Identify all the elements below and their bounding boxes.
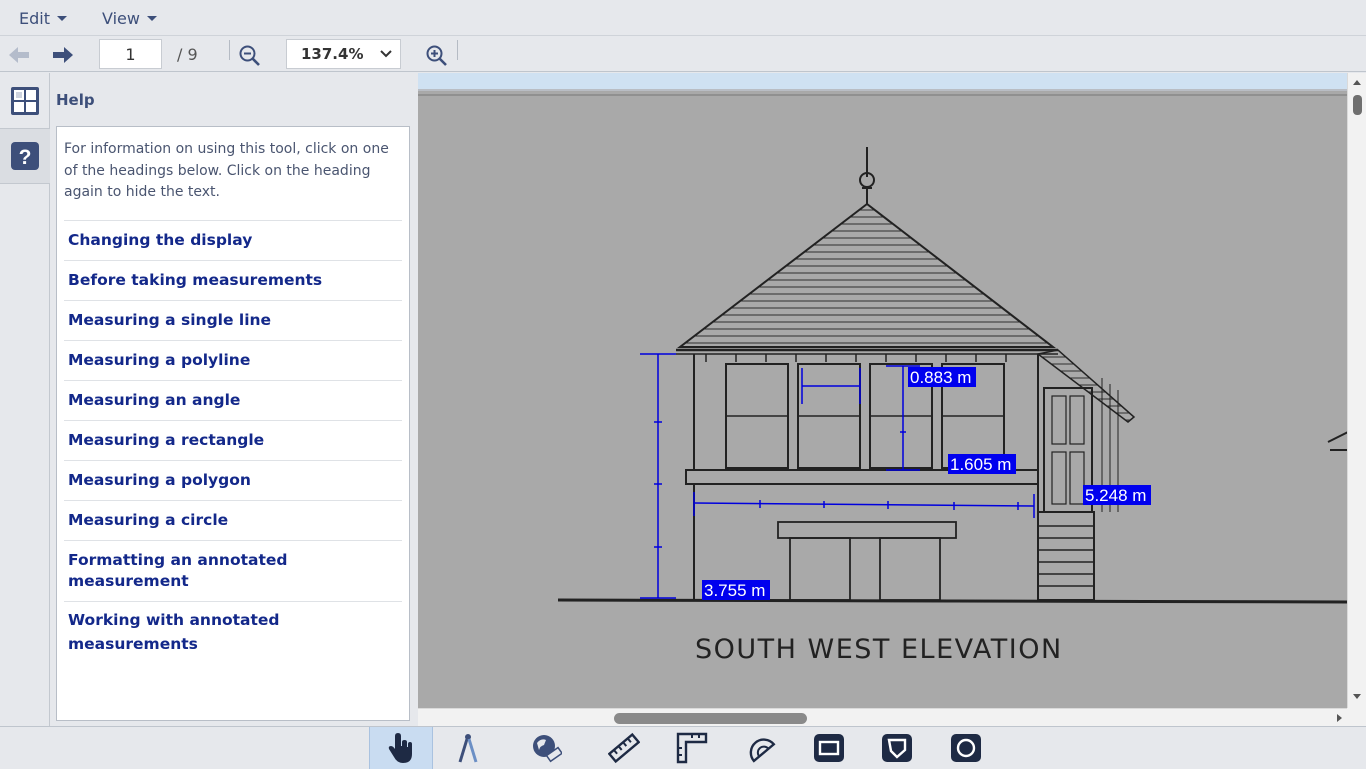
edit-menu[interactable]: Edit bbox=[19, 9, 67, 28]
zoom-in-button[interactable] bbox=[425, 44, 449, 72]
view-menu-label: View bbox=[102, 9, 140, 28]
polyline-ruler-icon bbox=[676, 732, 708, 764]
zoom-level-value: 137.4% bbox=[301, 45, 364, 63]
protractor-icon bbox=[749, 738, 776, 763]
zoom-level-select[interactable]: 137.4% bbox=[286, 39, 401, 69]
single-line-tool-button[interactable] bbox=[592, 727, 656, 769]
zoom-out-icon bbox=[239, 45, 260, 66]
toolbar-divider bbox=[457, 40, 458, 60]
help-intro-text: For information on using this tool, clic… bbox=[64, 139, 402, 221]
polyline-tool-button[interactable] bbox=[660, 727, 724, 769]
scrollbar-corner bbox=[1347, 708, 1366, 726]
help-link-changing-display[interactable]: Changing the display bbox=[64, 221, 402, 261]
svg-text:1.605 m: 1.605 m bbox=[950, 455, 1011, 474]
scroll-up-icon[interactable] bbox=[1348, 76, 1366, 88]
svg-text:5.248 m: 5.248 m bbox=[1085, 486, 1146, 505]
help-link-rectangle[interactable]: Measuring a rectangle bbox=[64, 421, 402, 461]
question-mark-icon: ? bbox=[11, 142, 39, 170]
arrow-left-icon bbox=[9, 47, 29, 63]
help-button[interactable]: ? bbox=[0, 128, 50, 184]
circle-icon bbox=[951, 734, 981, 762]
measurement-label-3755: 3.755 m bbox=[702, 580, 770, 600]
navigation-toolbar: / 9 137.4% bbox=[0, 37, 1366, 72]
compass-icon bbox=[458, 734, 478, 763]
svg-text:3.755 m: 3.755 m bbox=[704, 581, 765, 600]
help-link-polyline[interactable]: Measuring a polyline bbox=[64, 341, 402, 381]
angle-tool-button[interactable] bbox=[728, 727, 792, 769]
svg-text:0.883 m: 0.883 m bbox=[910, 368, 971, 387]
arrow-right-icon bbox=[53, 47, 73, 63]
grid-icon bbox=[11, 87, 39, 115]
zoom-out-button[interactable] bbox=[238, 44, 262, 72]
chevron-down-icon bbox=[146, 16, 157, 21]
compass-tool-button[interactable] bbox=[436, 727, 500, 769]
thumbnails-button[interactable] bbox=[0, 73, 50, 129]
calibrate-icon bbox=[533, 735, 562, 763]
help-panel-title: Help bbox=[56, 91, 95, 109]
toolbar-divider bbox=[229, 40, 230, 60]
horizontal-scroll-thumb[interactable] bbox=[614, 713, 807, 724]
help-link-polygon[interactable]: Measuring a polygon bbox=[64, 461, 402, 501]
rectangle-tool-button[interactable] bbox=[797, 727, 861, 769]
drawing-canvas[interactable]: 0.883 m 1.605 m 5.248 m 3.755 m SOUTH WE… bbox=[418, 92, 1349, 708]
vertical-scroll-thumb[interactable] bbox=[1353, 95, 1362, 115]
page-top-edge bbox=[418, 73, 1348, 91]
elevation-drawing: 0.883 m 1.605 m 5.248 m 3.755 m SOUTH WE… bbox=[418, 92, 1349, 708]
help-link-formatting[interactable]: Formatting an annotated measurement bbox=[64, 541, 402, 602]
chevron-down-icon bbox=[380, 50, 392, 58]
edit-menu-label: Edit bbox=[19, 9, 50, 28]
scroll-right-icon[interactable] bbox=[1334, 709, 1346, 726]
vertical-scrollbar[interactable] bbox=[1347, 73, 1366, 708]
polygon-tool-button[interactable] bbox=[865, 727, 929, 769]
drawing-caption: SOUTH WEST ELEVATION bbox=[695, 634, 1063, 665]
menu-bar: Edit View bbox=[0, 0, 1366, 36]
document-viewer[interactable]: 0.883 m 1.605 m 5.248 m 3.755 m SOUTH WE… bbox=[418, 73, 1366, 726]
measurement-label-0883: 0.883 m bbox=[908, 367, 976, 387]
help-link-angle[interactable]: Measuring an angle bbox=[64, 381, 402, 421]
next-page-button[interactable] bbox=[52, 46, 74, 64]
ruler-icon bbox=[608, 732, 640, 764]
view-menu[interactable]: View bbox=[102, 9, 157, 28]
help-link-circle[interactable]: Measuring a circle bbox=[64, 501, 402, 541]
zoom-in-icon bbox=[426, 45, 447, 66]
measurement-label-5248: 5.248 m bbox=[1083, 485, 1151, 505]
rectangle-icon bbox=[814, 734, 844, 762]
horizontal-scrollbar[interactable] bbox=[418, 708, 1348, 726]
help-link-single-line[interactable]: Measuring a single line bbox=[64, 301, 402, 341]
side-rail: ? bbox=[0, 73, 50, 726]
chevron-down-icon bbox=[56, 16, 67, 21]
measurement-toolbar bbox=[0, 726, 1366, 769]
calibrate-tool-button[interactable] bbox=[514, 727, 578, 769]
help-content: For information on using this tool, clic… bbox=[56, 126, 410, 721]
pan-tool-button[interactable] bbox=[369, 727, 433, 769]
polygon-icon bbox=[882, 734, 912, 762]
help-link-before-measurements[interactable]: Before taking measurements bbox=[64, 261, 402, 301]
svg-text:?: ? bbox=[19, 146, 32, 169]
help-panel: Help For information on using this tool,… bbox=[50, 73, 418, 726]
pan-hand-icon bbox=[388, 733, 412, 763]
scroll-down-icon[interactable] bbox=[1348, 691, 1366, 703]
page-total: / 9 bbox=[177, 45, 198, 64]
previous-page-button[interactable] bbox=[8, 46, 30, 64]
circle-tool-button[interactable] bbox=[934, 727, 998, 769]
page-number-input[interactable] bbox=[99, 39, 162, 69]
help-link-annotated[interactable]: Working with annotated measurements bbox=[64, 602, 402, 665]
measurement-label-1605: 1.605 m bbox=[948, 454, 1016, 474]
